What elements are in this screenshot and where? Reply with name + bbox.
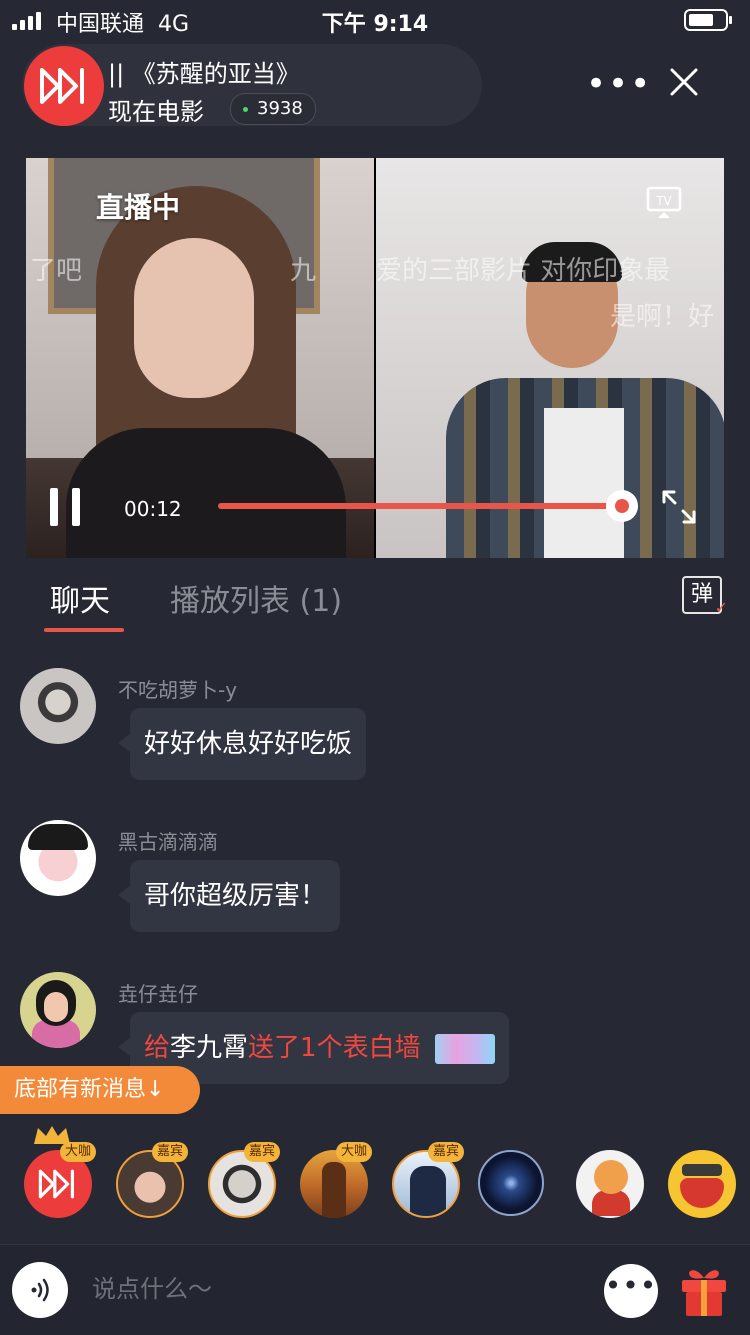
close-icon[interactable] (668, 66, 700, 102)
voice-icon (31, 1278, 49, 1302)
live-status-label: 直播中 (96, 191, 181, 224)
danmu-toggle-label: 弹 (690, 582, 713, 607)
room-subtitle: 现在电影 (108, 98, 204, 126)
battery-icon (684, 9, 732, 31)
ellipsis-icon: ••• (604, 1269, 658, 1302)
tab-chat[interactable]: 聊天 (50, 576, 110, 620)
guest-avatar[interactable] (668, 1150, 736, 1218)
guest-avatar[interactable] (478, 1150, 544, 1216)
guest-badge: 嘉宾 (428, 1142, 465, 1162)
voice-input-button[interactable] (12, 1262, 68, 1318)
danmu-toggle-button[interactable]: 弹 ✓ (682, 576, 728, 616)
gift-icon[interactable] (678, 1264, 730, 1322)
gift-prefix: 给 (144, 1033, 171, 1063)
pause-button[interactable] (50, 488, 82, 526)
more-options-icon[interactable]: ••• (586, 67, 652, 101)
danmu-text: 九 (290, 256, 317, 286)
guest-avatar[interactable] (576, 1150, 644, 1218)
viewer-count-badge: 3938 (230, 93, 316, 125)
guest-badge: 嘉宾 (244, 1142, 281, 1162)
chat-message: 哥你超级厉害！ (117, 860, 341, 932)
avatar[interactable] (20, 668, 96, 744)
tab-playlist[interactable]: 播放列表 (1) (170, 576, 342, 620)
gift-target-user[interactable]: 李九霄 (170, 1033, 248, 1063)
svg-text:TV: TV (655, 194, 672, 208)
danmu-text: 是啊！好 (610, 302, 715, 332)
danmu-text: 爱的三部影片 对你印象最 (376, 256, 671, 286)
status-bar: 中国联通 4G 下午 9:14 (0, 0, 750, 40)
chat-message: 好好休息好好吃饭 (117, 708, 367, 780)
chat-input[interactable] (90, 1274, 574, 1304)
chat-username[interactable]: 垚仔垚仔 (118, 978, 198, 1007)
chat-username[interactable]: 黑古滴滴滴 (118, 826, 218, 855)
gift-action: 送了1个表白墙 (248, 1033, 421, 1063)
progress-bar[interactable] (218, 503, 622, 509)
progress-knob[interactable] (606, 490, 638, 522)
avatar[interactable] (20, 972, 96, 1048)
avatar[interactable] (20, 820, 96, 896)
more-actions-button[interactable]: ••• (604, 1264, 658, 1318)
new-message-notice[interactable]: 底部有新消息↓ (0, 1066, 200, 1114)
elapsed-time: 00:12 (124, 497, 182, 521)
danmu-text: 了吧 (30, 256, 83, 286)
guest-badge: 嘉宾 (152, 1142, 189, 1162)
active-tab-indicator (44, 628, 124, 632)
chat-username[interactable]: 不吃胡萝卜-y (118, 674, 237, 703)
host-avatar-logo[interactable] (24, 46, 104, 126)
guest-badge: 大咖 (60, 1142, 97, 1162)
guest-badge: 大咖 (336, 1142, 373, 1162)
room-title: || 《苏醒的亚当》 (108, 60, 300, 88)
fullscreen-icon[interactable] (660, 488, 698, 530)
gift-image (434, 1033, 495, 1064)
tv-cast-icon[interactable]: TV (646, 186, 682, 224)
checkmark-icon: ✓ (714, 598, 728, 617)
clock: 下午 9:14 (321, 12, 429, 37)
